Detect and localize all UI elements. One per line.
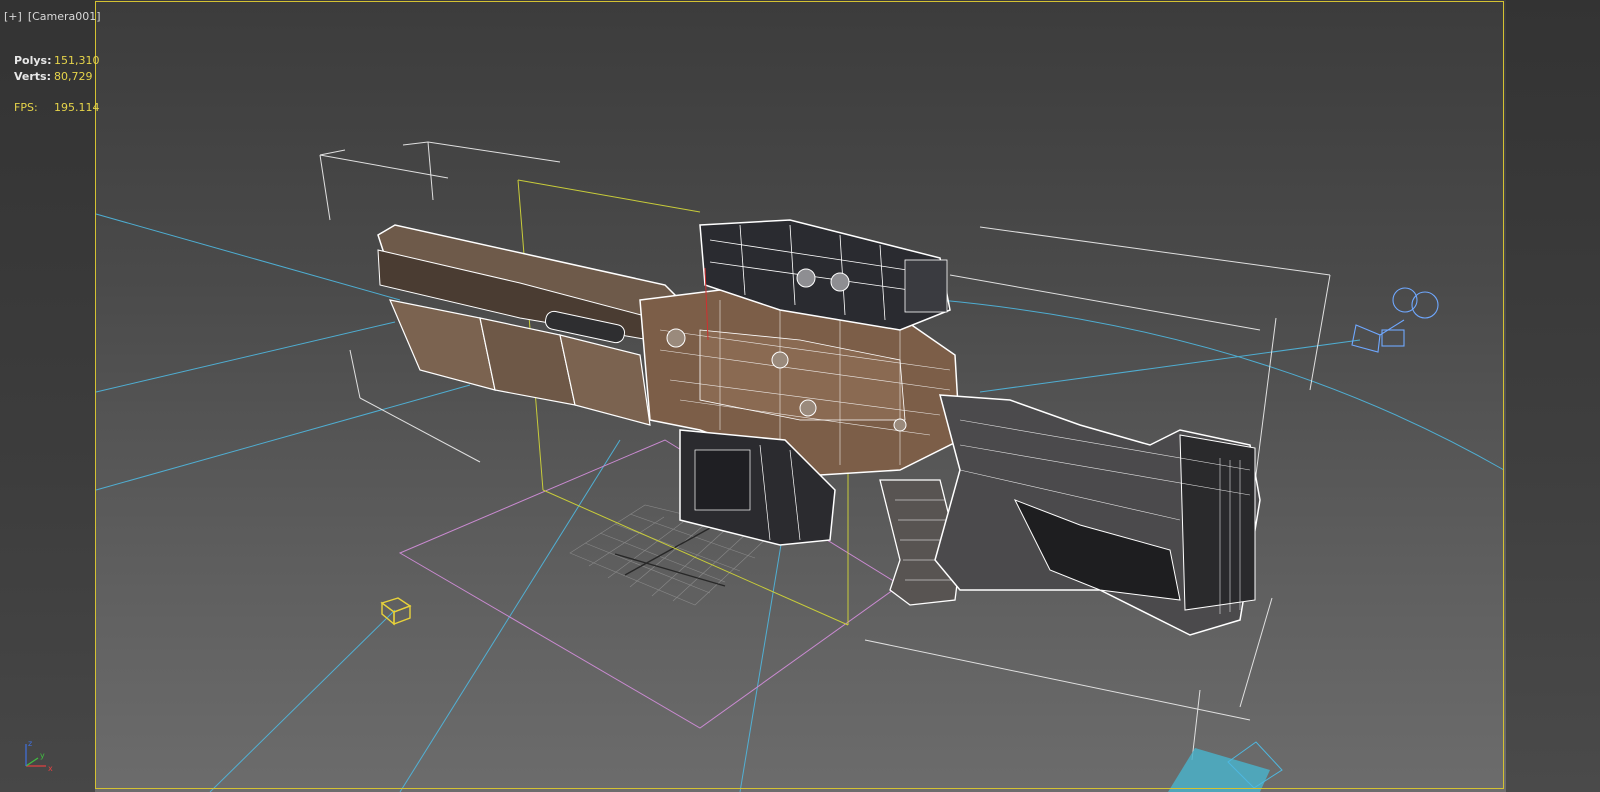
camera-viewport[interactable]: [+] [Camera001] Polys: 151,310 Verts: 80,72… [0, 0, 1600, 792]
dummy-cube-icon[interactable] [380, 597, 412, 626]
polys-label: Polys: [14, 54, 52, 67]
scene-canvas[interactable] [0, 0, 1600, 792]
stat-fps: FPS: 195.114 [14, 100, 100, 116]
stat-verts: Verts: 80,729 [14, 69, 100, 85]
y-axis-line [25, 757, 39, 767]
z-axis-label: z [28, 739, 32, 748]
verts-value: 80,729 [54, 70, 93, 83]
y-axis-label: y [40, 751, 45, 760]
polys-value: 151,310 [54, 54, 100, 67]
fps-overlay: FPS: 195.114 [14, 100, 100, 116]
camera-icon[interactable] [1351, 287, 1439, 353]
stats-overlay: Polys: 151,310 Verts: 80,729 [14, 53, 100, 85]
light-helper-icon[interactable] [1168, 741, 1283, 792]
fps-value: 195.114 [54, 101, 100, 114]
verts-label: Verts: [14, 70, 52, 83]
viewport-camera-label[interactable]: [Camera001] [28, 10, 101, 23]
fps-label: FPS: [14, 101, 38, 114]
axis-gizmo: x y z [25, 739, 53, 773]
viewport-menu-button[interactable]: [+] [4, 10, 22, 23]
viewport-label: [+] [Camera001] [4, 10, 107, 23]
stat-polys: Polys: 151,310 [14, 53, 100, 69]
rifle-model[interactable] [377, 219, 1261, 636]
x-axis-label: x [48, 764, 53, 773]
